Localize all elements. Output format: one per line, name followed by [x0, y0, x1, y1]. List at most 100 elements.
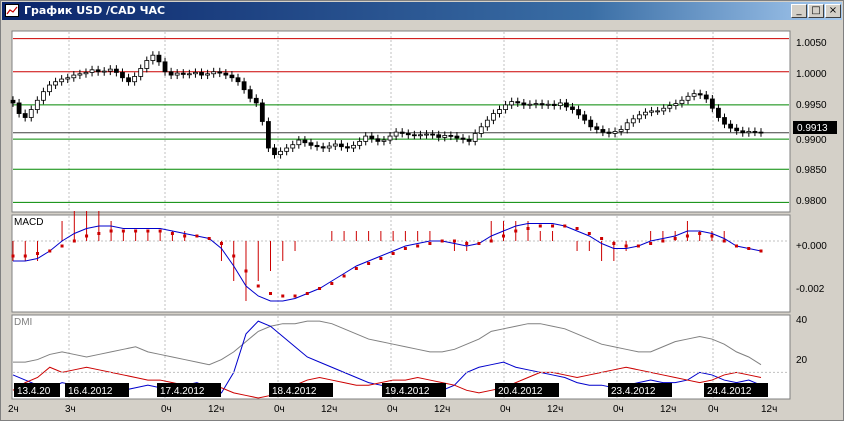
- macd-signal-point: [673, 237, 677, 240]
- candle-body: [357, 140, 363, 146]
- candle-body: [95, 69, 101, 73]
- macd-signal-point: [60, 244, 64, 248]
- candle-body: [89, 69, 95, 73]
- candle-body: [180, 72, 186, 75]
- date-tag-label: 18.4.2012: [272, 386, 317, 397]
- candle-body: [399, 131, 405, 134]
- candle-body: [636, 114, 642, 120]
- macd-signal-point: [526, 227, 530, 230]
- candle-body: [594, 126, 600, 130]
- candle-body: [545, 103, 551, 106]
- macd-signal-point: [575, 227, 579, 230]
- hour-label: 12ч: [208, 404, 224, 415]
- candle-body: [247, 89, 253, 99]
- price-tick-label: 0.9950: [796, 100, 827, 111]
- macd-signal-point: [551, 224, 555, 228]
- candle-body: [697, 93, 703, 96]
- candle-body: [217, 71, 223, 74]
- candle-body: [162, 61, 168, 73]
- macd-signal-point: [23, 254, 27, 258]
- price-tick-label: 1.0000: [796, 69, 827, 80]
- macd-signal-point: [465, 242, 469, 245]
- candle-body: [539, 103, 545, 106]
- candle-body: [351, 144, 356, 149]
- candle-body: [655, 110, 661, 113]
- macd-label: MACD: [14, 217, 43, 228]
- candle-body: [284, 147, 290, 152]
- dmi-tick-label: 40: [796, 315, 808, 326]
- candle-body: [235, 77, 241, 83]
- candle-body: [649, 110, 654, 113]
- candle-body: [205, 73, 211, 76]
- current-price-value: 0.9913: [797, 123, 828, 134]
- candle-body: [630, 118, 636, 124]
- candle-body: [734, 127, 740, 132]
- macd-signal-point: [452, 239, 456, 243]
- candle-body: [387, 135, 393, 141]
- candle-body: [503, 104, 508, 110]
- price-panel[interactable]: [11, 30, 791, 213]
- candle-body: [491, 113, 496, 121]
- macd-signal-point: [747, 247, 751, 250]
- hour-label: 12ч: [761, 404, 777, 415]
- candle-body: [618, 129, 624, 132]
- dmi-tick-label: 20: [796, 355, 808, 366]
- hour-label: 3ч: [65, 404, 76, 415]
- macd-signal-point: [72, 239, 76, 243]
- candle-body: [436, 134, 442, 138]
- hour-label: 0ч: [161, 404, 172, 415]
- candle-body: [120, 72, 125, 79]
- candle-body: [65, 77, 71, 80]
- candle-body: [709, 98, 715, 109]
- macd-signal-point: [440, 239, 444, 243]
- macd-panel[interactable]: [11, 214, 791, 313]
- macd-signal-point: [489, 239, 493, 243]
- dmi-label: DMI: [14, 317, 32, 328]
- candle-body: [259, 102, 265, 122]
- candle-body: [338, 143, 344, 148]
- macd-signal-point: [612, 242, 616, 245]
- macd-signal-point: [636, 244, 640, 248]
- candle-body: [527, 103, 533, 106]
- macd-signal-point: [710, 234, 714, 238]
- macd-signal-point: [330, 282, 334, 285]
- candle-body: [424, 133, 429, 136]
- macd-signal-point: [587, 232, 591, 235]
- candle-body: [746, 131, 752, 134]
- candle-body: [643, 111, 648, 116]
- candle-body: [156, 54, 162, 63]
- candle-body: [126, 77, 131, 83]
- candle-body: [10, 99, 16, 104]
- candle-body: [418, 134, 423, 137]
- candle-body: [302, 139, 308, 144]
- candle-body: [278, 150, 283, 156]
- candle-body: [107, 68, 113, 72]
- macd-signal-point: [170, 232, 174, 235]
- candle-body: [28, 109, 34, 118]
- macd-signal-point: [281, 294, 285, 298]
- candle-body: [484, 119, 490, 128]
- hour-label: 0ч: [274, 404, 285, 415]
- macd-signal-point: [318, 287, 322, 290]
- candle-body: [77, 73, 83, 76]
- candle-body: [576, 109, 581, 116]
- candle-body: [515, 101, 521, 104]
- candle-body: [430, 133, 436, 136]
- macd-signal-point: [121, 229, 125, 233]
- candle-body: [168, 71, 174, 76]
- candle-body: [308, 142, 314, 146]
- candle-body: [16, 102, 22, 114]
- candle-body: [606, 131, 612, 134]
- candle-body: [460, 137, 466, 140]
- candle-body: [34, 99, 40, 110]
- candle-body: [448, 135, 454, 137]
- macd-signal-point: [256, 284, 260, 288]
- candle-body: [716, 107, 721, 118]
- candle-body: [326, 145, 332, 149]
- hour-label: 0ч: [708, 404, 719, 415]
- macd-signal-point: [244, 269, 248, 273]
- candle-body: [381, 139, 387, 142]
- macd-signal-point: [97, 232, 101, 235]
- candle-body: [314, 144, 320, 148]
- macd-signal-point: [293, 294, 297, 298]
